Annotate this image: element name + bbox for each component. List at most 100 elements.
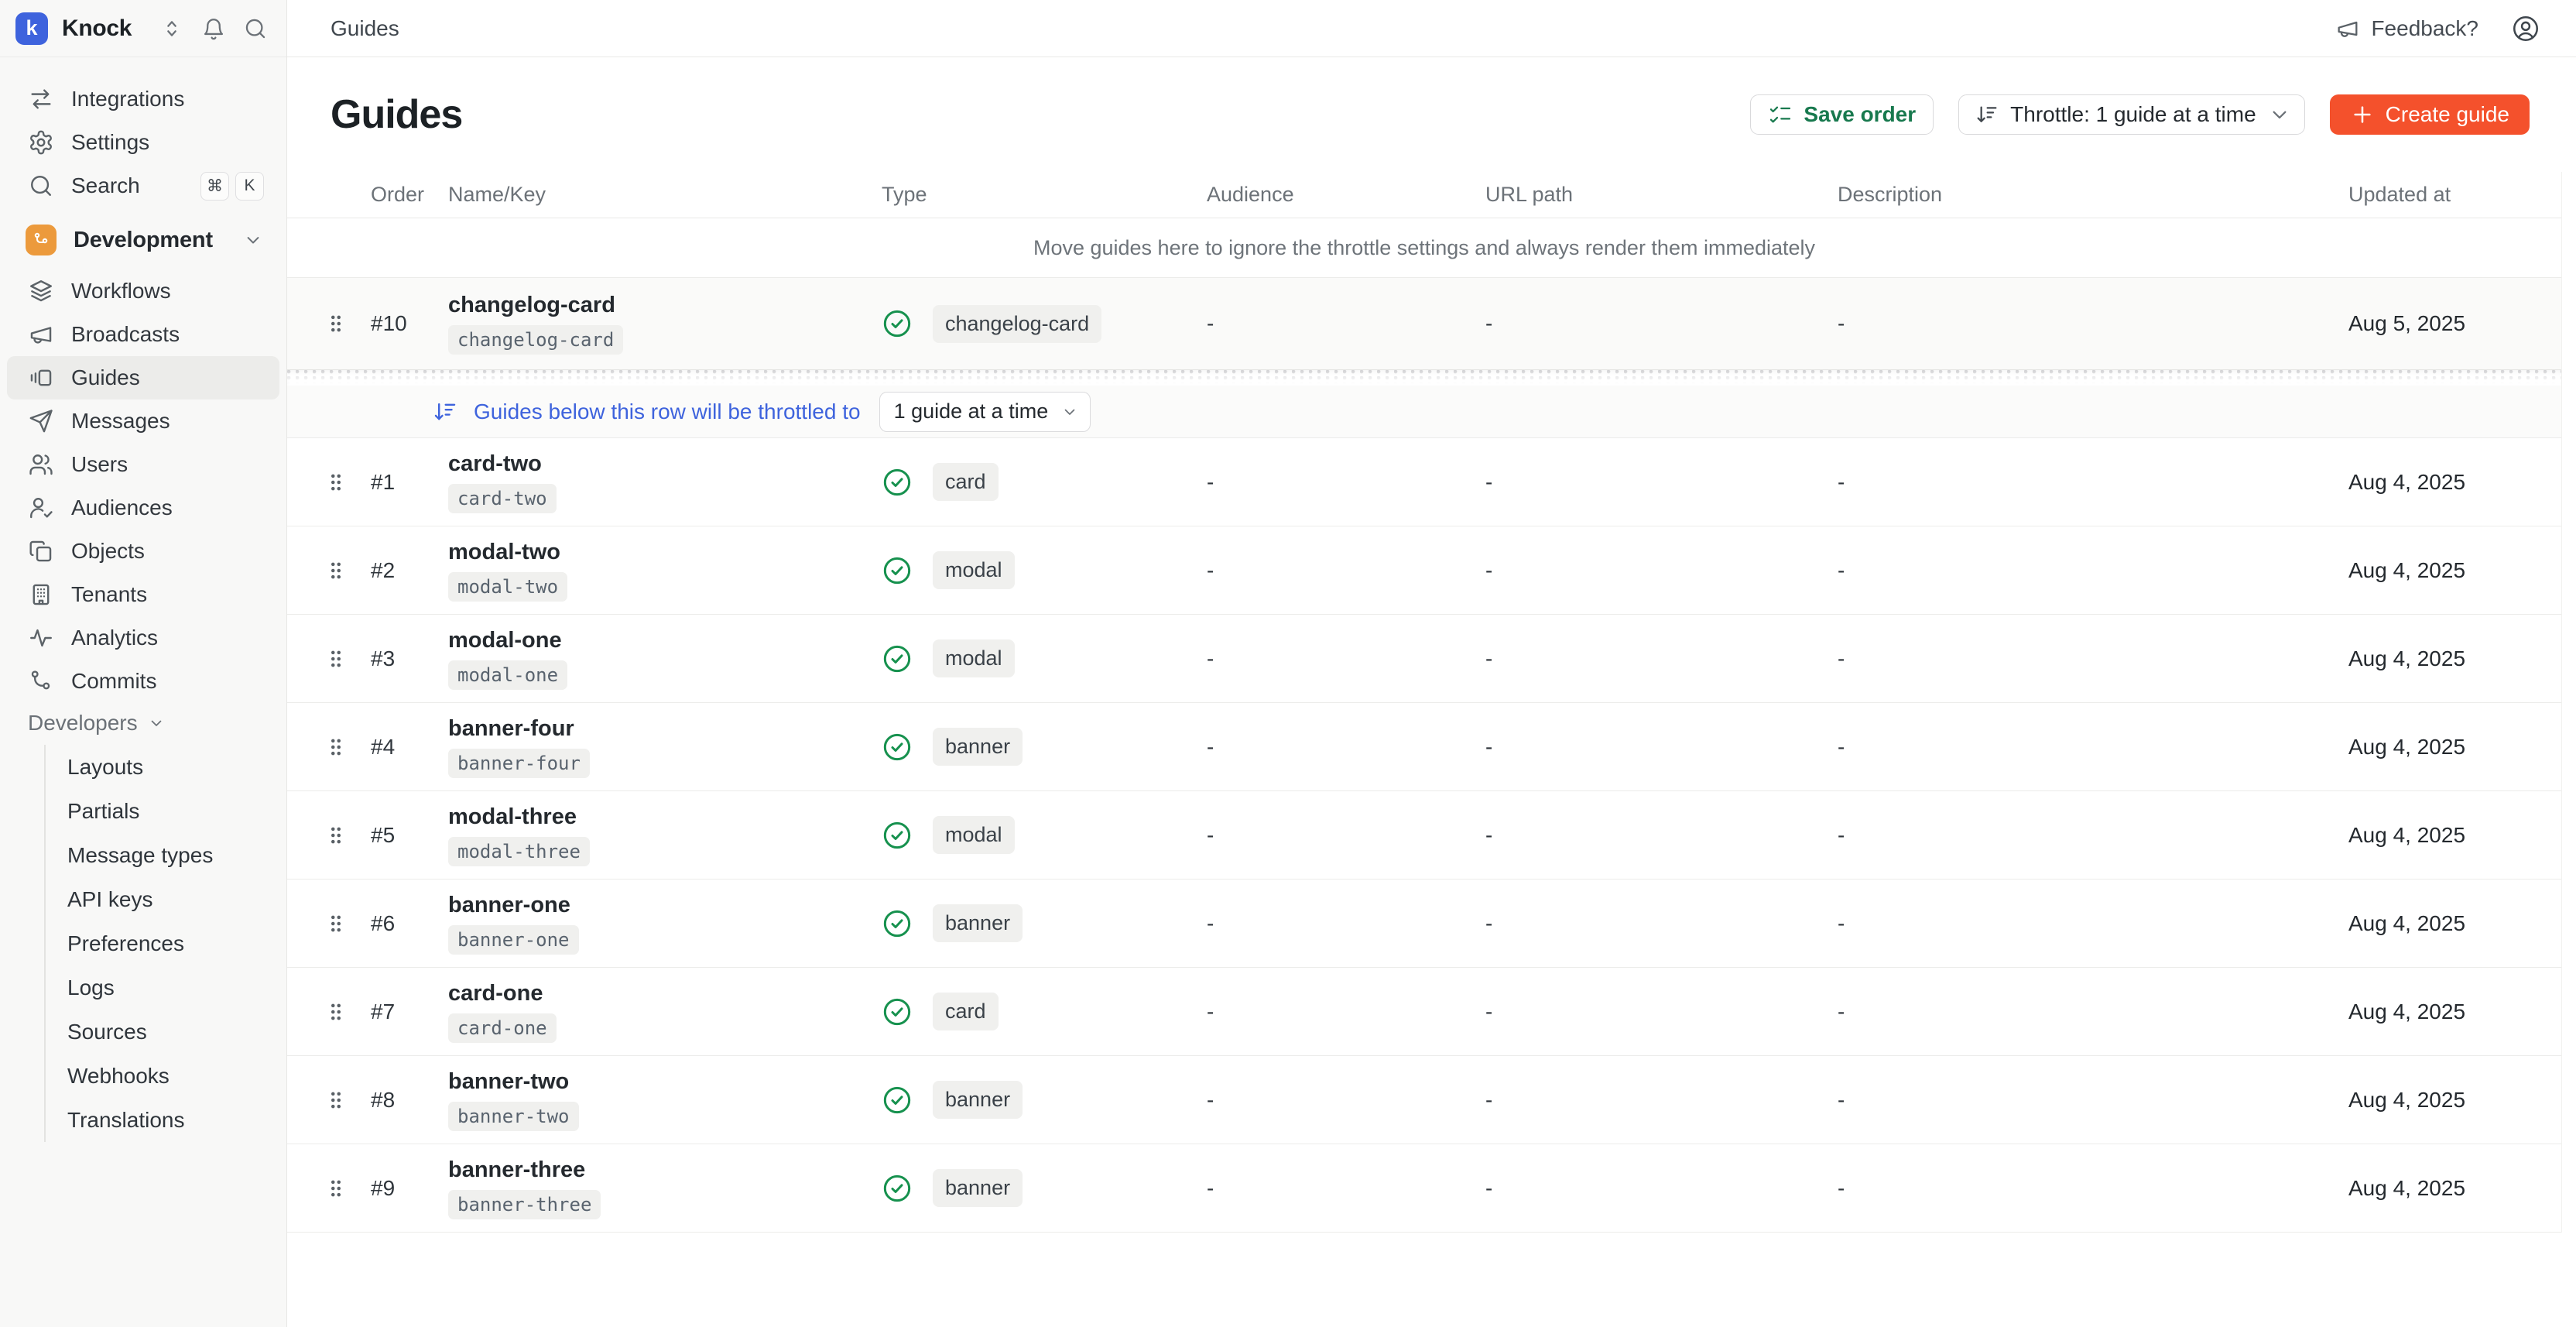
table-row[interactable]: #8 banner-two banner-two banner - - - Au… (287, 1056, 2561, 1144)
sidebar-item-broadcasts[interactable]: Broadcasts (7, 313, 279, 356)
guide-name[interactable]: banner-one (448, 893, 570, 918)
throttle-dropdown-button[interactable]: Throttle: 1 guide at a time (1958, 94, 2305, 135)
drag-handle[interactable] (324, 471, 371, 494)
layers-icon (28, 278, 54, 304)
table-row[interactable]: #1 card-two card-two card - - - Aug 4, 2… (287, 438, 2561, 526)
sort-descending-icon (1975, 102, 1999, 127)
sidebar-item-settings[interactable]: Settings (7, 121, 279, 164)
row-audience: - (1207, 470, 1485, 495)
drag-dots-icon (324, 824, 348, 847)
drag-handle[interactable] (324, 647, 371, 670)
table-row[interactable]: #6 banner-one banner-one banner - - - Au… (287, 880, 2561, 968)
sidebar-item-objects[interactable]: Objects (7, 530, 279, 573)
row-updated-at: Aug 4, 2025 (2348, 558, 2546, 583)
row-updated-at: Aug 4, 2025 (2348, 735, 2546, 760)
drag-handle[interactable] (324, 736, 371, 759)
sidebar-item-search[interactable]: Search ⌘ K (7, 164, 279, 207)
workspace-name: Knock (62, 15, 132, 42)
table-row[interactable]: #2 modal-two modal-two modal - - - Aug 4… (287, 526, 2561, 615)
active-check-icon (882, 908, 913, 939)
guide-type-badge: banner (933, 1081, 1023, 1119)
sidebar-item-integrations[interactable]: Integrations (7, 77, 279, 121)
row-updated-at: Aug 4, 2025 (2348, 470, 2546, 495)
drag-handle[interactable] (324, 1177, 371, 1200)
guide-name[interactable]: banner-two (448, 1069, 569, 1095)
send-icon (28, 408, 54, 434)
drag-handle[interactable] (324, 824, 371, 847)
sidebar-item-guides[interactable]: Guides (7, 356, 279, 399)
create-guide-button[interactable]: Create guide (2330, 94, 2530, 135)
guide-name[interactable]: banner-four (448, 716, 574, 742)
table-row[interactable]: #9 banner-three banner-three banner - - … (287, 1144, 2561, 1233)
sidebar-item-workflows[interactable]: Workflows (7, 269, 279, 313)
feedback-label: Feedback? (2371, 16, 2478, 41)
table-row[interactable]: #5 modal-three modal-three modal - - - A… (287, 791, 2561, 880)
sidebar-item-label: Messages (71, 409, 170, 434)
drag-handle[interactable] (324, 1089, 371, 1112)
guide-name[interactable]: card-two (448, 451, 542, 477)
drag-dots-icon (324, 736, 348, 759)
sidebar-item-audiences[interactable]: Audiences (7, 486, 279, 530)
guides-icon (28, 365, 54, 391)
user-menu-button[interactable] (2511, 14, 2540, 43)
sidebar-item-analytics[interactable]: Analytics (7, 616, 279, 660)
knock-logo: k (15, 12, 48, 45)
table-row[interactable]: #3 modal-one modal-one modal - - - Aug 4… (287, 615, 2561, 703)
guide-name[interactable]: modal-two (448, 540, 560, 565)
users-icon (28, 451, 54, 478)
sidebar-subitem[interactable]: API keys (46, 877, 286, 921)
guide-type-badge: changelog-card (933, 305, 1101, 343)
guide-name[interactable]: banner-three (448, 1157, 585, 1183)
throttled-rows-section: #1 card-two card-two card - - - Aug 4, 2… (287, 438, 2561, 1233)
commits-icon (28, 668, 54, 694)
column-header: URL path (1485, 183, 1838, 207)
table-row[interactable]: #4 banner-four banner-four banner - - - … (287, 703, 2561, 791)
sidebar-subitem[interactable]: Logs (46, 965, 286, 1010)
sidebar-item-commits[interactable]: Commits (7, 660, 279, 703)
throttle-value-select[interactable]: 1 guide at a time (879, 392, 1091, 432)
guides-table: OrderName/KeyTypeAudienceURL pathDescrip… (287, 172, 2562, 1233)
sidebar-subitem[interactable]: Preferences (46, 921, 286, 965)
sidebar-subitem[interactable]: Webhooks (46, 1054, 286, 1098)
row-description: - (1838, 911, 2348, 936)
feedback-button[interactable]: Feedback? (2335, 16, 2478, 41)
sort-descending-icon (432, 399, 458, 425)
kbd-k: K (235, 172, 264, 201)
main-content: Guides Feedback? Guides Save order Throt… (287, 0, 2576, 1327)
updown-chevron-icon[interactable] (159, 16, 184, 41)
row-audience: - (1207, 911, 1485, 936)
table-row[interactable]: #10 changelog-card changelog-card change… (287, 277, 2561, 370)
sidebar-item-messages[interactable]: Messages (7, 399, 279, 443)
sidebar-item-users[interactable]: Users (7, 443, 279, 486)
guide-name[interactable]: changelog-card (448, 293, 615, 318)
environment-switcher[interactable]: Development (7, 215, 279, 265)
bell-icon[interactable] (201, 16, 226, 41)
sidebar-subitem[interactable]: Layouts (46, 745, 286, 789)
drag-handle[interactable] (324, 312, 371, 335)
sidebar-subitem[interactable]: Translations (46, 1098, 286, 1142)
drag-handle[interactable] (324, 912, 371, 935)
drag-handle[interactable] (324, 559, 371, 582)
developers-section-toggle[interactable]: Developers (0, 706, 286, 740)
guide-key-badge: changelog-card (448, 325, 623, 355)
search-icon[interactable] (243, 16, 268, 41)
workspace-switcher[interactable]: k Knock (0, 0, 286, 57)
sidebar-item-tenants[interactable]: Tenants (7, 573, 279, 616)
save-order-button[interactable]: Save order (1750, 94, 1934, 135)
sidebar-subitem[interactable]: Partials (46, 789, 286, 833)
row-updated-at: Aug 5, 2025 (2348, 311, 2546, 336)
sidebar-subitem[interactable]: Sources (46, 1010, 286, 1054)
row-updated-at: Aug 4, 2025 (2348, 911, 2546, 936)
guide-name[interactable]: card-one (448, 981, 543, 1006)
guide-name[interactable]: modal-one (448, 628, 562, 653)
table-row[interactable]: #7 card-one card-one card - - - Aug 4, 2… (287, 968, 2561, 1056)
guide-key-badge: modal-two (448, 572, 567, 602)
guide-name[interactable]: modal-three (448, 804, 577, 830)
environment-label: Development (74, 228, 213, 253)
sidebar-subitem[interactable]: Message types (46, 833, 286, 877)
drag-handle[interactable] (324, 1000, 371, 1024)
drag-dots-icon (324, 647, 348, 670)
row-updated-at: Aug 4, 2025 (2348, 1000, 2546, 1024)
breadcrumb[interactable]: Guides (331, 16, 399, 41)
column-header: Type (882, 183, 1207, 207)
